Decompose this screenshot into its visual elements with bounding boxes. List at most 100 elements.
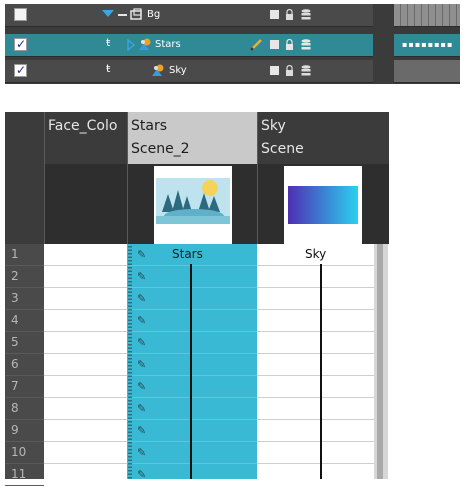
pencil-icon: ✎	[137, 402, 147, 415]
pencil-icon: ✎	[137, 336, 147, 349]
checkmark-icon: ✓	[16, 37, 27, 51]
row-number[interactable]: 11	[5, 464, 44, 486]
frame-row-bg[interactable]	[394, 4, 460, 27]
row-divider	[44, 419, 127, 420]
row-number-label: 7	[11, 379, 19, 393]
timeline-splitter[interactable]	[373, 4, 388, 84]
column-header-sky[interactable]: Sky Scene	[257, 112, 389, 244]
frame-row-sky[interactable]	[394, 60, 460, 83]
row-number[interactable]: 9	[5, 420, 44, 442]
row-number[interactable]: 1	[5, 244, 44, 266]
expand-arrow-icon[interactable]	[102, 10, 114, 19]
pencil-icon: ✎	[137, 248, 147, 261]
stars-thumbnail-image	[156, 178, 230, 224]
row-divider	[44, 331, 127, 332]
row-divider	[127, 419, 257, 420]
face-colo-cells[interactable]	[44, 244, 127, 479]
row-divider	[44, 309, 127, 310]
row-divider	[44, 353, 127, 354]
row-divider	[44, 397, 127, 398]
sky-cells[interactable]: Sky	[257, 244, 374, 479]
column-header-stars[interactable]: Stars Scene_2	[127, 112, 258, 244]
pencil-icon: ✎	[137, 358, 147, 371]
xsheet-grid[interactable]: 1 2 3 4 5 6 7 8 9 10 11 ✎ ✎ ✎ ✎ ✎ ✎ ✎ ✎ …	[5, 244, 388, 486]
stars-cells[interactable]: ✎ ✎ ✎ ✎ ✎ ✎ ✎ ✎ ✎ ✎ ✎ Stars	[127, 244, 257, 481]
layer-visibility-checkbox[interactable]	[14, 8, 27, 21]
row-divider	[127, 463, 257, 464]
database-icon[interactable]	[301, 65, 311, 76]
timeline-layer-stars[interactable]: ✓ ŧ Stars	[5, 34, 373, 57]
row-number-label: 2	[11, 269, 19, 283]
pencil-icon[interactable]	[250, 39, 262, 51]
row-number-label: 5	[11, 335, 19, 349]
layer-color-swatch[interactable]	[270, 40, 279, 49]
pencil-icon: ✎	[137, 380, 147, 393]
sky-thumbnail-image	[288, 186, 358, 224]
row-number-label: 4	[11, 313, 19, 327]
row-number-label: 10	[11, 445, 27, 459]
pencil-icon: ✎	[137, 314, 147, 327]
row-divider	[44, 463, 127, 464]
frame-row-stars[interactable]: ▪▪▪▪▪▪▪▪	[394, 34, 460, 57]
timeline-frame-area[interactable]: ▪▪▪▪▪▪▪▪	[394, 4, 460, 84]
connect-icon: ŧ	[106, 62, 111, 75]
row-number-column: 1 2 3 4 5 6 7 8 9 10 11	[5, 244, 44, 486]
row-divider	[257, 287, 374, 288]
column-scene: Scene	[261, 141, 304, 157]
sky-thumbnail	[284, 166, 362, 244]
row-number[interactable]: 3	[5, 288, 44, 310]
lock-icon[interactable]	[285, 39, 294, 50]
pencil-icon: ✎	[137, 292, 147, 305]
drag-grip-icon[interactable]	[128, 246, 132, 479]
lock-icon[interactable]	[285, 65, 294, 76]
row-number[interactable]: 7	[5, 376, 44, 398]
row-divider	[127, 397, 257, 398]
column-scene: Scene_2	[131, 141, 190, 157]
xsheet-panel: Face_Colo Stars Scene_2 Sky Scene 1 2 3 …	[5, 112, 389, 486]
timeline-layer-bg[interactable]: Bg	[5, 4, 373, 27]
lock-icon[interactable]	[285, 9, 294, 20]
row-divider	[127, 309, 257, 310]
timeline-layer-list: Bg ✓ ŧ Stars ✓ ŧ Sky	[5, 4, 388, 84]
row-divider	[257, 397, 374, 398]
row-number[interactable]: 2	[5, 266, 44, 288]
database-icon[interactable]	[301, 9, 311, 20]
layer-visibility-checkbox[interactable]: ✓	[14, 37, 27, 51]
xsheet-scrollbar[interactable]	[374, 244, 388, 479]
cell-label-sky: Sky	[305, 247, 327, 261]
database-icon[interactable]	[301, 39, 311, 50]
collapse-line-icon	[118, 14, 127, 16]
column-name: Stars	[131, 118, 168, 134]
layer-color-swatch[interactable]	[270, 10, 279, 19]
column-header-face-colo[interactable]: Face_Colo	[44, 112, 128, 244]
pencil-icon: ✎	[137, 446, 147, 459]
row-number[interactable]: 8	[5, 398, 44, 420]
pencil-icon: ✎	[137, 468, 147, 481]
row-divider	[44, 441, 127, 442]
row-divider	[257, 265, 374, 266]
layer-visibility-checkbox[interactable]: ✓	[14, 63, 27, 77]
row-number[interactable]: 5	[5, 332, 44, 354]
row-number[interactable]: 4	[5, 310, 44, 332]
row-divider	[127, 441, 257, 442]
layer-name: Stars	[155, 39, 181, 50]
row-divider	[44, 265, 127, 266]
row-divider	[44, 375, 127, 376]
drawing-layer-icon	[152, 64, 164, 76]
row-number[interactable]: 10	[5, 442, 44, 464]
row-divider	[44, 287, 127, 288]
row-divider	[257, 441, 374, 442]
collapsed-arrow-icon[interactable]	[127, 39, 135, 51]
column-name: Sky	[261, 118, 286, 134]
keyframe-dots: ▪▪▪▪▪▪▪▪	[402, 40, 454, 49]
row-divider	[257, 353, 374, 354]
row-divider	[127, 375, 257, 376]
row-number-label: 9	[11, 423, 19, 437]
column-thumbnail-area	[45, 164, 128, 244]
timeline-layer-sky[interactable]: ✓ ŧ Sky	[5, 60, 373, 83]
row-divider	[257, 419, 374, 420]
row-number[interactable]: 6	[5, 354, 44, 376]
row-divider	[257, 331, 374, 332]
layer-color-swatch[interactable]	[270, 66, 279, 75]
scrollbar-thumb[interactable]	[377, 244, 383, 479]
